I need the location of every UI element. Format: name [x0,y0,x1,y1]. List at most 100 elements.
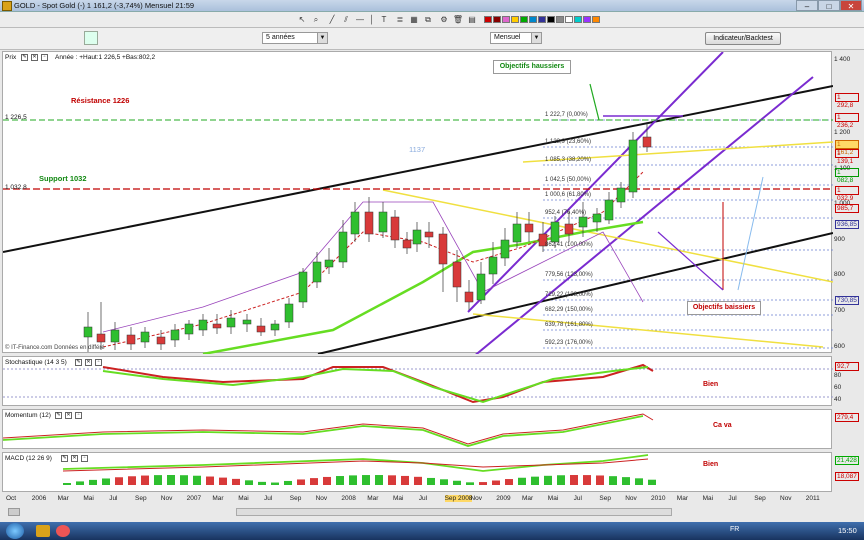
macd-chart [62,454,656,485]
period-select[interactable]: 5 années ▼ [262,32,328,44]
price-tag: 1 161,2 [835,140,859,156]
color-swatch-yellow[interactable] [511,16,519,23]
stoch-tag: 92,7 [835,362,859,371]
macd-bar [414,476,422,485]
period-value: 5 années [266,34,295,41]
fib-label: 779,56 (123,00%) [545,272,593,278]
color-swatch-black[interactable] [547,16,555,23]
scroll-left-button[interactable] [8,508,20,516]
macd-bar [440,479,448,485]
start-button[interactable] [6,523,24,539]
macd-bar [375,475,383,485]
candle-body [170,329,180,341]
macd-bar [297,479,305,485]
fib-label: 639,78 (161,80%) [545,322,593,328]
candle-body [452,261,462,288]
zoom-icon[interactable]: ⌕ [310,14,322,25]
macd-bar [63,483,71,485]
candle-body [378,211,388,233]
cursor-icon[interactable]: ↖ [296,14,308,25]
save-icon[interactable]: ▤ [466,14,478,25]
vertical-line-icon[interactable]: │ [366,14,378,25]
candle-body [140,331,150,343]
maximize-button[interactable]: □ [818,0,840,11]
macd-bar [505,479,513,485]
candle-body [412,229,422,245]
macd-bar [531,476,539,485]
color-swatch-purple[interactable] [583,16,591,23]
momentum-panel[interactable]: Momentum (12) ✎ ✕ ▫ Ca va [2,409,832,449]
fib-label: 862,41 (100,00%) [545,242,593,248]
color-swatch-gray[interactable] [556,16,564,23]
x-tick: 2009 [496,495,511,502]
grid-icon[interactable]: ▦ [408,14,420,25]
properties-icon[interactable]: ⚙ [438,14,450,25]
candle-body [438,233,448,265]
x-tick: 2010 [651,495,666,502]
candle-body [312,261,322,283]
arrow-blue [737,176,764,291]
interval-select[interactable]: Mensuel ▼ [490,32,542,44]
macd-bar [336,476,344,485]
x-tick: Jul [264,495,273,502]
macd-bar [557,475,565,485]
color-swatch-navy[interactable] [538,16,546,23]
stochastic-panel[interactable]: Stochastique (14 3 5) ✎ ✕ ▫ Bien [2,356,833,406]
channel-tool-icon[interactable]: ⫽ [340,14,352,25]
fib-label: 592,23 (176,00%) [545,340,593,346]
horizontal-line-icon[interactable]: ― [354,14,366,25]
macd-bar [245,480,253,485]
taskbar: FR 15:50 [0,522,864,540]
text-tool-icon[interactable]: T [378,14,390,25]
window-title: GOLD - Spot Gold (-) 1 161,2 (-3,74%) Me… [14,1,195,10]
taskbar-app-icon[interactable] [36,525,50,537]
x-tick: Mar [212,495,224,502]
macd-bar [206,476,214,485]
fibonacci-icon[interactable]: ≣ [394,14,406,25]
macd-bar [544,475,552,485]
color-swatch-orange[interactable] [592,16,600,23]
y-tick: 700 [834,307,845,314]
color-swatch-darkred[interactable] [493,16,501,23]
candle-body [476,273,486,301]
minimize-button[interactable]: – [796,0,818,11]
color-swatch-white[interactable] [565,16,573,23]
candle-body [96,333,106,343]
draw-mode-icon[interactable] [84,31,98,45]
candle-body [270,323,280,331]
fib-label: 952,4 (76,40%) [545,210,587,216]
macd-bar [349,475,357,485]
close-button[interactable]: ✕ [840,0,862,11]
macd-panel[interactable]: MACD (12 26 9) ✎ ✕ ▫ Bien [2,452,832,492]
candle-body [298,271,308,303]
fib-label: 682,29 (150,00%) [545,307,593,313]
line-tool-icon[interactable]: ╱ [326,14,338,25]
color-swatch-red[interactable] [484,16,492,23]
x-tick: Nov [315,495,328,502]
indicator-backtest-button[interactable]: Indicateur/Backtest [705,32,781,45]
color-swatch-blue[interactable] [529,16,537,23]
x-tick: 2007 [186,495,202,502]
copy-icon[interactable]: ⧉ [422,14,434,25]
x-tick: Nov [625,495,637,502]
delete-icon[interactable]: 🗑 [452,14,464,25]
browser-icon[interactable] [56,525,70,537]
horizontal-scrollbar[interactable] [236,508,672,516]
color-swatch-cyan[interactable] [574,16,582,23]
color-swatch-green[interactable] [520,16,528,23]
macd-tag-1: 21,428 [835,456,859,465]
candle-body [256,325,266,333]
language-indicator[interactable]: FR [730,526,739,533]
interval-value: Mensuel [494,34,521,41]
fib-label: 1 042,5 (50,00%) [545,177,592,183]
macd-bar [115,477,123,485]
price-panel[interactable]: Prix ✎ ✕ ▫ Année : +Haut:1 226,5 +Bas:80… [2,51,833,354]
x-tick: Jul [109,495,118,502]
candle-body [184,323,194,335]
macd-bar [479,482,487,485]
x-tick: Mai [393,495,404,502]
macd-bar [466,482,474,485]
macd-bar [219,477,227,485]
color-swatch-pink[interactable] [502,16,510,23]
x-tick: Sep 2008 [444,495,473,502]
